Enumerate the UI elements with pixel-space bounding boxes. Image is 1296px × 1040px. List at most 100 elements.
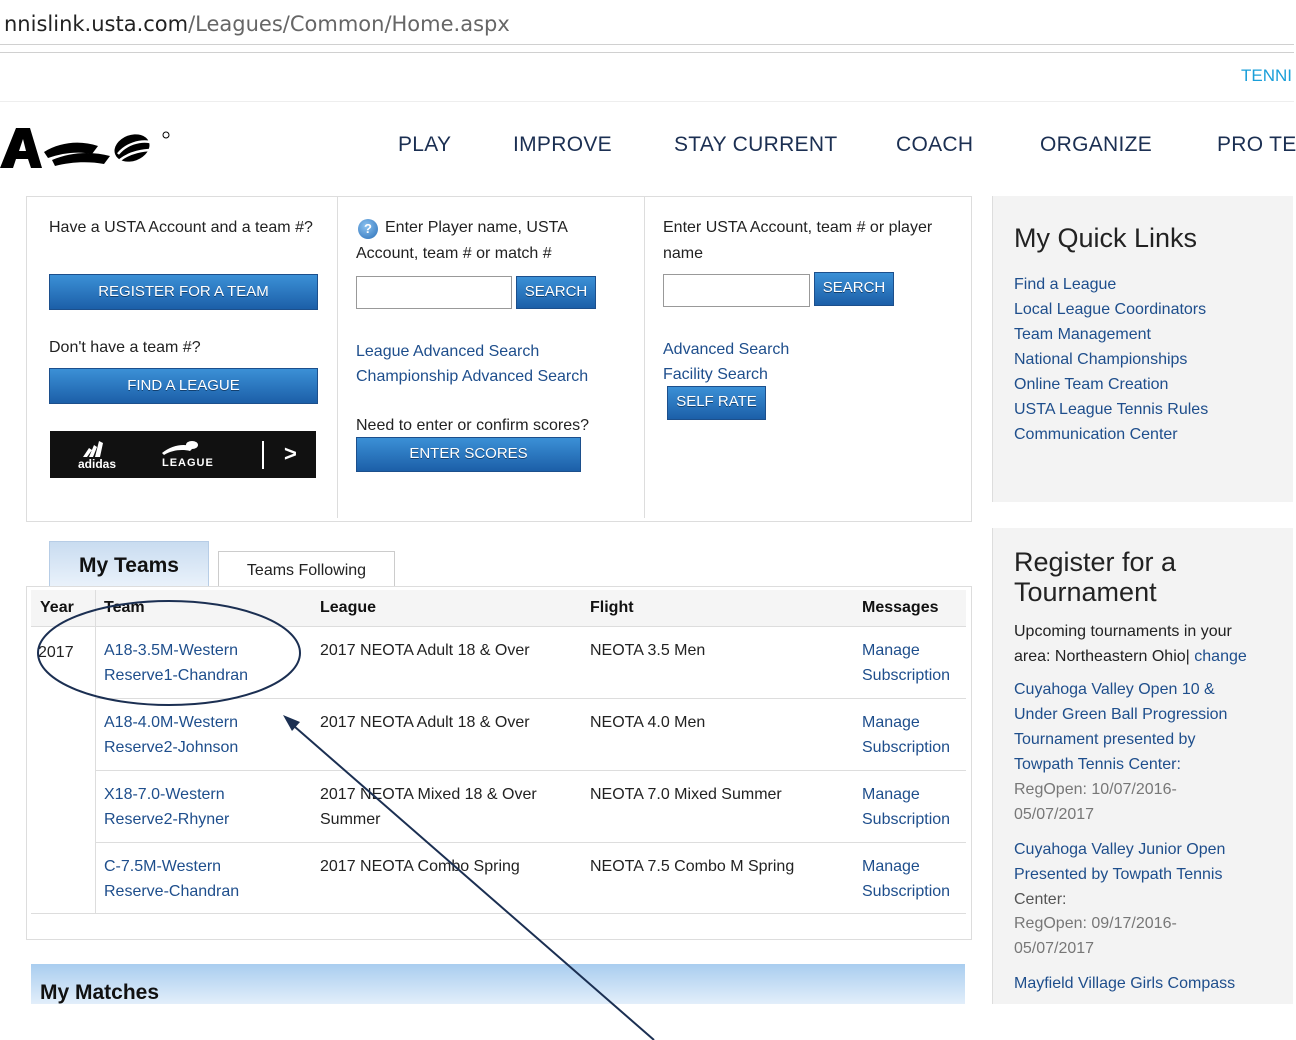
manage-subscription-link[interactable]: Manage Subscription bbox=[862, 710, 950, 760]
upcoming-area-text: area: Northeastern Ohio| change bbox=[1014, 644, 1247, 669]
team-link[interactable]: C-7.5M-Western Reserve-Chandran bbox=[104, 854, 239, 904]
quick-link-local-coordinators[interactable]: Local League Coordinators bbox=[1014, 297, 1206, 322]
link-line: Subscription bbox=[862, 667, 951, 684]
league-cell: 2017 NEOTA Adult 18 & Over bbox=[320, 642, 530, 659]
championship-advanced-search-link[interactable]: Championship Advanced Search bbox=[356, 364, 588, 389]
flight-cell: NEOTA 4.0 Men bbox=[590, 714, 706, 731]
change-area-link[interactable]: change bbox=[1194, 648, 1247, 665]
have-account-text: Have a USTA Account and a team #? bbox=[49, 219, 313, 236]
team-name-line: Reserve2-Rhyner bbox=[104, 811, 230, 828]
divider bbox=[31, 913, 966, 914]
top-right-link[interactable]: TENNI bbox=[1241, 66, 1292, 86]
tournament-line: Towpath Tennis Center: bbox=[1014, 756, 1181, 773]
player-search-prompt: Enter Player name, USTA Account, team # … bbox=[356, 219, 567, 262]
url-text[interactable]: nnislink.usta.com/Leagues/Common/Home.as… bbox=[4, 12, 510, 36]
advanced-search-link[interactable]: Advanced Search bbox=[663, 337, 789, 362]
team-name-line: Reserve1-Chandran bbox=[104, 667, 249, 684]
league-advanced-search-link[interactable]: League Advanced Search bbox=[356, 339, 539, 364]
link-line: Manage bbox=[862, 858, 920, 875]
reg-open-dates: RegOpen: 09/17/2016- 05/07/2017 bbox=[1014, 911, 1177, 961]
flight-cell: NEOTA 7.0 Mixed Summer bbox=[590, 786, 782, 803]
tournament-line: Presented by Towpath Tennis bbox=[1014, 866, 1223, 883]
tournament-link[interactable]: Cuyahoga Valley Junior Open Presented by… bbox=[1014, 837, 1225, 887]
link-line: Subscription bbox=[862, 883, 951, 900]
quick-link-national-championships[interactable]: National Championships bbox=[1014, 347, 1187, 372]
quick-link-team-management[interactable]: Team Management bbox=[1014, 322, 1151, 347]
divider bbox=[262, 441, 264, 469]
team-name-line: Reserve2-Johnson bbox=[104, 739, 239, 756]
account-search-input[interactable] bbox=[663, 274, 810, 307]
nav-stay-current[interactable]: STAY CURRENT bbox=[674, 133, 837, 157]
tournaments-title: Register for a Tournament bbox=[1014, 547, 1176, 607]
team-link[interactable]: A18-4.0M-Western Reserve2-Johnson bbox=[104, 710, 238, 760]
col-header-year: Year bbox=[40, 599, 74, 616]
tournament-link[interactable]: Cuyahoga Valley Open 10 & Under Green Ba… bbox=[1014, 677, 1227, 777]
url-path: /Leagues/Common/Home.aspx bbox=[188, 12, 510, 36]
manage-subscription-link[interactable]: Manage Subscription bbox=[862, 854, 950, 904]
quick-link-communication-center[interactable]: Communication Center bbox=[1014, 422, 1178, 447]
league-cell: 2017 NEOTA Adult 18 & Over bbox=[320, 714, 530, 731]
facility-search-link[interactable]: Facility Search bbox=[663, 362, 768, 387]
nav-coach[interactable]: COACH bbox=[896, 133, 973, 157]
nav-improve[interactable]: IMPROVE bbox=[513, 133, 612, 157]
col-header-messages: Messages bbox=[862, 599, 939, 616]
link-line: Manage bbox=[862, 642, 920, 659]
enter-scores-button[interactable]: ENTER SCORES bbox=[356, 437, 581, 472]
account-search-prompt: Enter USTA Account, team # or player nam… bbox=[663, 219, 933, 262]
divider bbox=[31, 626, 966, 627]
link-line: Subscription bbox=[862, 739, 951, 756]
reg-line: RegOpen: 09/17/2016- bbox=[1014, 915, 1177, 932]
tournament-line: Cuyahoga Valley Open 10 & bbox=[1014, 681, 1215, 698]
adidas-league-banner[interactable]: adidas LEAGUE > bbox=[50, 431, 316, 478]
player-search-button[interactable]: SEARCH bbox=[516, 276, 596, 309]
tournament-line: Under Green Ball Progression bbox=[1014, 706, 1228, 723]
tournament-link[interactable]: Mayfield Village Girls Compass bbox=[1014, 971, 1235, 996]
divider bbox=[0, 44, 1294, 45]
col-header-flight: Flight bbox=[590, 599, 634, 616]
tournament-line: Cuyahoga Valley Junior Open bbox=[1014, 841, 1226, 858]
nav-play[interactable]: PLAY bbox=[398, 133, 451, 157]
usta-logo[interactable] bbox=[0, 124, 180, 174]
account-search-button[interactable]: SEARCH bbox=[814, 272, 894, 306]
team-name-line: A18-4.0M-Western bbox=[104, 714, 238, 731]
quick-links-title: My Quick Links bbox=[1014, 223, 1198, 253]
nav-pro-tennis[interactable]: PRO TE bbox=[1217, 133, 1296, 157]
tournament-line: Center: bbox=[1014, 891, 1067, 908]
quick-link-find-league[interactable]: Find a League bbox=[1014, 272, 1116, 297]
tab-my-teams[interactable]: My Teams bbox=[49, 541, 209, 587]
reg-line: 05/07/2017 bbox=[1014, 940, 1095, 957]
team-name-line: C-7.5M-Western bbox=[104, 858, 222, 875]
league-cell: 2017 NEOTA Combo Spring bbox=[320, 858, 520, 875]
quick-link-online-team-creation[interactable]: Online Team Creation bbox=[1014, 372, 1168, 397]
col-header-league: League bbox=[320, 599, 377, 616]
reg-line: 05/07/2017 bbox=[1014, 806, 1095, 823]
link-line: Manage bbox=[862, 786, 920, 803]
team-link[interactable]: A18-3.5M-Western Reserve1-Chandran bbox=[104, 638, 248, 688]
table-header-row bbox=[31, 590, 966, 626]
manage-subscription-link[interactable]: Manage Subscription bbox=[862, 782, 950, 832]
self-rate-button[interactable]: SELF RATE bbox=[667, 386, 766, 420]
manage-subscription-link[interactable]: Manage Subscription bbox=[862, 638, 950, 688]
find-a-league-button[interactable]: FIND A LEAGUE bbox=[49, 368, 318, 404]
register-for-team-button[interactable]: REGISTER FOR A TEAM bbox=[49, 274, 318, 310]
league-line: Summer bbox=[320, 811, 381, 828]
team-name-line: X18-7.0-Western bbox=[104, 786, 225, 803]
divider bbox=[96, 698, 966, 699]
url-host: nnislink.usta.com bbox=[4, 12, 189, 36]
area-text: area: Northeastern Ohio| bbox=[1014, 648, 1190, 665]
league-wordmark: LEAGUE bbox=[162, 457, 214, 469]
divider bbox=[644, 196, 645, 518]
tab-teams-following[interactable]: Teams Following bbox=[218, 551, 395, 587]
quick-link-league-rules[interactable]: USTA League Tennis Rules bbox=[1014, 397, 1208, 422]
team-link[interactable]: X18-7.0-Western Reserve2-Rhyner bbox=[104, 782, 229, 832]
reg-line: RegOpen: 10/07/2016- bbox=[1014, 781, 1177, 798]
nav-organize[interactable]: ORGANIZE bbox=[1040, 133, 1152, 157]
tournament-line: Tournament presented by bbox=[1014, 731, 1196, 748]
divider bbox=[96, 842, 966, 843]
reg-open-dates: RegOpen: 10/07/2016- 05/07/2017 bbox=[1014, 777, 1177, 827]
league-line: 2017 NEOTA Mixed 18 & Over bbox=[320, 786, 537, 803]
team-name-line: Reserve-Chandran bbox=[104, 883, 240, 900]
divider bbox=[95, 590, 96, 913]
player-search-input[interactable] bbox=[356, 276, 512, 309]
league-cell: 2017 NEOTA Mixed 18 & Over Summer bbox=[320, 782, 537, 832]
